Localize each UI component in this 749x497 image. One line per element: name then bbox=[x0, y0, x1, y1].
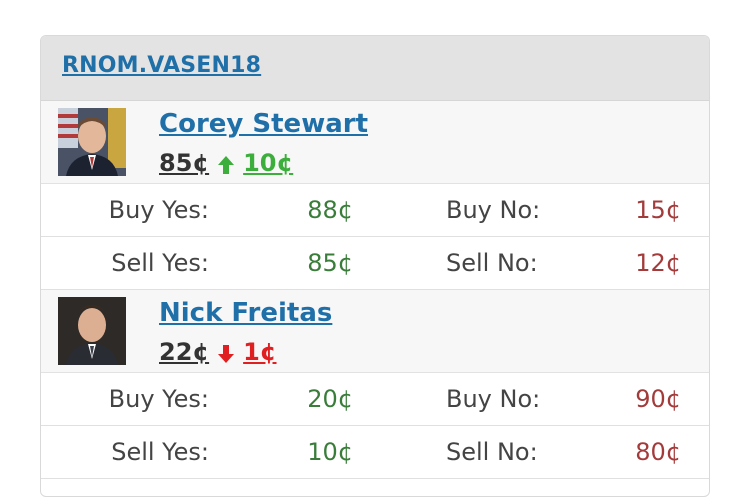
sell-no-price[interactable]: 80¢ bbox=[635, 438, 681, 466]
buy-yes-price[interactable]: 88¢ bbox=[307, 196, 353, 224]
avatar bbox=[58, 108, 126, 176]
candidate-row: Corey Stewart 85¢ 10¢ bbox=[41, 101, 709, 184]
price-change-link[interactable]: 1¢ bbox=[243, 338, 276, 366]
last-price-link[interactable]: 22¢ bbox=[159, 338, 209, 366]
sell-row: Sell Yes: 85¢ Sell No: 12¢ bbox=[41, 237, 709, 290]
sell-no-label: Sell No: bbox=[446, 249, 538, 277]
market-panel: RNOM.VASEN18 Corey Stewart 85¢ 10¢ Buy Y… bbox=[40, 35, 710, 497]
buy-row: Buy Yes: 88¢ Buy No: 15¢ bbox=[41, 184, 709, 237]
sell-yes-price[interactable]: 10¢ bbox=[307, 438, 353, 466]
buy-no-label: Buy No: bbox=[446, 196, 541, 224]
market-code-link[interactable]: RNOM.VASEN18 bbox=[62, 53, 261, 78]
buy-row: Buy Yes: 20¢ Buy No: 90¢ bbox=[41, 373, 709, 426]
candidate-name-link[interactable]: Corey Stewart bbox=[159, 109, 368, 139]
last-price-link[interactable]: 85¢ bbox=[159, 149, 209, 177]
buy-no-price[interactable]: 90¢ bbox=[635, 385, 681, 413]
candidate-name-link[interactable]: Nick Freitas bbox=[159, 298, 332, 328]
arrow-down-icon bbox=[217, 342, 235, 363]
buy-no-price[interactable]: 15¢ bbox=[635, 196, 681, 224]
buy-yes-price[interactable]: 20¢ bbox=[307, 385, 353, 413]
arrow-up-icon bbox=[217, 153, 235, 174]
market-header: RNOM.VASEN18 bbox=[41, 36, 709, 101]
sell-yes-label: Sell Yes: bbox=[111, 249, 209, 277]
sell-row: Sell Yes: 10¢ Sell No: 80¢ bbox=[41, 426, 709, 479]
avatar bbox=[58, 297, 126, 365]
sell-no-label: Sell No: bbox=[446, 438, 538, 466]
buy-no-label: Buy No: bbox=[446, 385, 541, 413]
sell-yes-price[interactable]: 85¢ bbox=[307, 249, 353, 277]
price-change-link[interactable]: 10¢ bbox=[243, 149, 293, 177]
price-line: 85¢ 10¢ bbox=[159, 147, 293, 179]
price-line: 22¢ 1¢ bbox=[159, 336, 277, 368]
buy-yes-label: Buy Yes: bbox=[108, 385, 209, 413]
sell-yes-label: Sell Yes: bbox=[111, 438, 209, 466]
candidate-row: Nick Freitas 22¢ 1¢ bbox=[41, 290, 709, 373]
sell-no-price[interactable]: 12¢ bbox=[635, 249, 681, 277]
buy-yes-label: Buy Yes: bbox=[108, 196, 209, 224]
